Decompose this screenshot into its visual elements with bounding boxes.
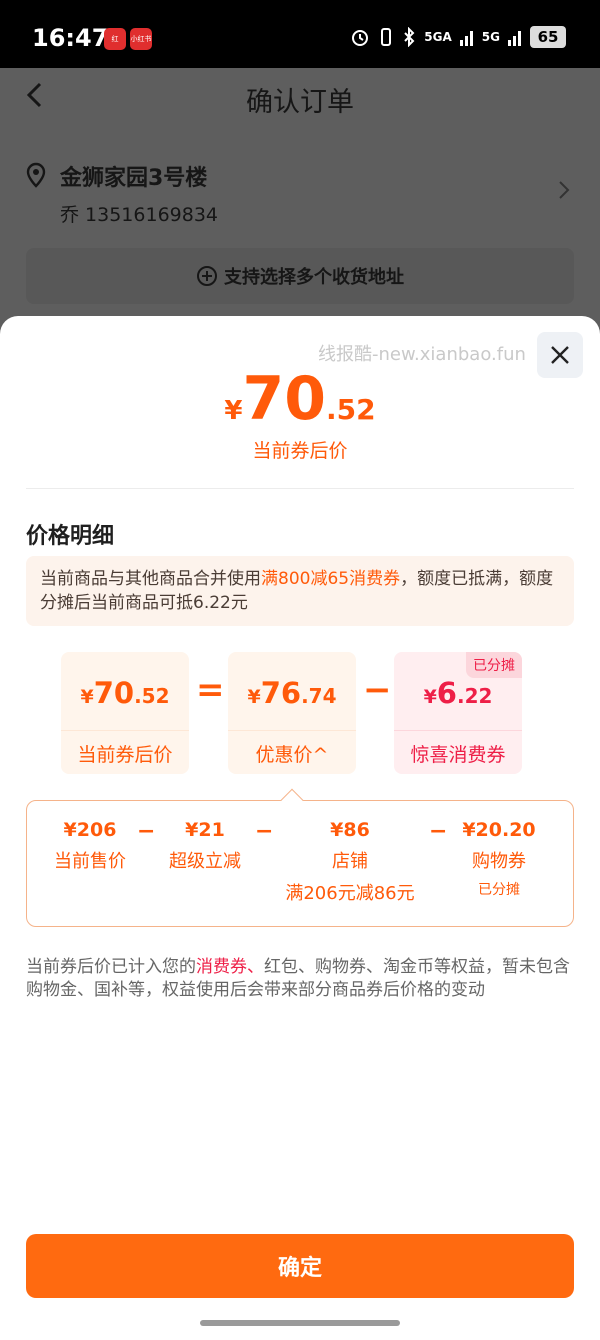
- currency: ¥: [80, 686, 94, 708]
- shopping-coupon-value: ¥20.20: [462, 819, 536, 841]
- xiaohongshu-notification-icon: 小红书: [130, 28, 152, 50]
- surprise-coupon-card: 已分摊 ¥6.22 惊喜消费券: [394, 652, 522, 774]
- add-circle-icon: [197, 266, 217, 286]
- minus-operator: −: [363, 670, 392, 710]
- equals-operator: =: [196, 670, 225, 710]
- address-contact: 乔 13516169834: [60, 204, 219, 226]
- super-discount-label: 超级立减: [169, 851, 241, 872]
- store-discount-item: ¥86 店铺 满206元减86元: [277, 819, 423, 905]
- vibrate-icon: [381, 28, 392, 46]
- confirm-button[interactable]: 确定: [26, 1234, 574, 1298]
- shopping-coupon-label: 购物券: [472, 851, 526, 872]
- store-discount-rule: 满206元减86元: [285, 883, 415, 904]
- divider: [26, 488, 574, 489]
- address-name[interactable]: 金狮家园3号楼: [60, 160, 207, 192]
- super-discount-item: ¥21 超级立减: [161, 819, 249, 873]
- signal-bars-icon: [459, 31, 473, 46]
- status-bar: 16:47 红 小红书 5GA 5G 65: [0, 0, 600, 68]
- card-divider: [394, 730, 522, 731]
- discount-breakdown: ¥206 当前售价 − ¥21 超级立减 − ¥86 店铺 满206元减86元 …: [26, 788, 574, 927]
- home-indicator[interactable]: [200, 1320, 400, 1326]
- notice-text: 当前商品与其他商品合并使用: [40, 569, 261, 589]
- amount-decimal: .74: [301, 684, 337, 708]
- watermark: 线报酷-new.xianbao.fun: [318, 344, 526, 365]
- shopping-coupon-item: ¥20.20 购物券 已分摊: [451, 819, 547, 899]
- final-price-integer: 70: [242, 364, 326, 434]
- surprise-coupon-amount: ¥6.22: [394, 676, 522, 710]
- minus-operator: −: [137, 819, 156, 844]
- signal-5g-icon: 5G: [481, 30, 500, 44]
- amount-integer: 76: [260, 676, 302, 710]
- amount-decimal: .22: [456, 684, 493, 708]
- order-page-background: 确认订单 金狮家园3号楼 乔 13516169834 支持选择多个收货地址: [0, 68, 600, 328]
- chevron-right-icon[interactable]: [558, 180, 570, 200]
- coupon-price-card: ¥70.52 当前券后价: [61, 652, 189, 774]
- price-footnote: 当前券后价已计入您的消费券、红包、购物券、淘金币等权益，暂未包含购物金、国补等，…: [26, 956, 574, 1002]
- shopping-coupon-status: 已分摊: [478, 882, 520, 898]
- battery-icon: 65: [530, 26, 566, 48]
- signal-5ga-icon: 5GA: [424, 30, 452, 44]
- page-title: 确认订单: [246, 87, 354, 118]
- multi-address-button[interactable]: 支持选择多个收货地址: [26, 248, 574, 304]
- amount-integer: 6: [436, 676, 457, 710]
- status-time: 16:47: [32, 24, 109, 52]
- signal-bars-icon: [508, 31, 521, 46]
- minus-operator: −: [255, 819, 274, 844]
- amount-decimal: .52: [134, 684, 170, 708]
- card-divider: [61, 730, 189, 731]
- currency: ¥: [247, 686, 261, 708]
- original-price-label: 当前售价: [54, 851, 126, 872]
- location-pin-icon: [26, 162, 46, 188]
- currency: ¥: [423, 686, 437, 708]
- section-title: 价格明细: [26, 524, 115, 549]
- final-price-label: 当前券后价: [252, 440, 348, 462]
- coupon-price-amount: ¥70.52: [61, 676, 189, 710]
- coupon-price-label: 当前券后价: [77, 744, 173, 766]
- final-price-decimal: .52: [325, 393, 376, 426]
- store-discount-label: 店铺: [332, 851, 368, 872]
- status-icons: 5GA 5G 65: [350, 26, 566, 48]
- final-price-currency: ¥: [224, 396, 243, 426]
- discount-price-card[interactable]: ¥76.74 优惠价^: [228, 652, 356, 774]
- amount-integer: 70: [93, 676, 135, 710]
- alarm-icon: [352, 30, 369, 46]
- shared-tag: 已分摊: [466, 652, 522, 678]
- super-discount-value: ¥21: [185, 819, 225, 841]
- store-discount-value: ¥86: [330, 819, 370, 841]
- discount-price-amount: ¥76.74: [228, 676, 356, 710]
- close-icon: [551, 346, 569, 364]
- coupon-notice: 当前商品与其他商品合并使用满800减65消费券，额度已抵满，额度分摊后当前商品可…: [26, 556, 574, 626]
- discount-price-label[interactable]: 优惠价^: [228, 740, 356, 767]
- footnote-text: 当前券后价已计入您的: [26, 957, 196, 977]
- multi-address-label: 支持选择多个收货地址: [224, 267, 404, 288]
- final-price: ¥70.52: [0, 364, 600, 434]
- minus-operator: −: [429, 819, 448, 844]
- card-divider: [228, 730, 356, 731]
- footnote-highlight: 消费券、: [196, 957, 264, 977]
- original-price-value: ¥206: [63, 819, 117, 841]
- surprise-coupon-label: 惊喜消费券: [410, 744, 506, 766]
- app-notification-icon: 红: [104, 28, 126, 50]
- bluetooth-icon: [404, 27, 415, 47]
- price-detail-sheet: 线报酷-new.xianbao.fun ¥70.52 当前券后价 价格明细 当前…: [0, 316, 600, 1340]
- original-price-item: ¥206 当前售价: [45, 819, 135, 873]
- breakdown-caret: [280, 788, 304, 812]
- notice-highlight: 满800减65消费券: [261, 569, 401, 589]
